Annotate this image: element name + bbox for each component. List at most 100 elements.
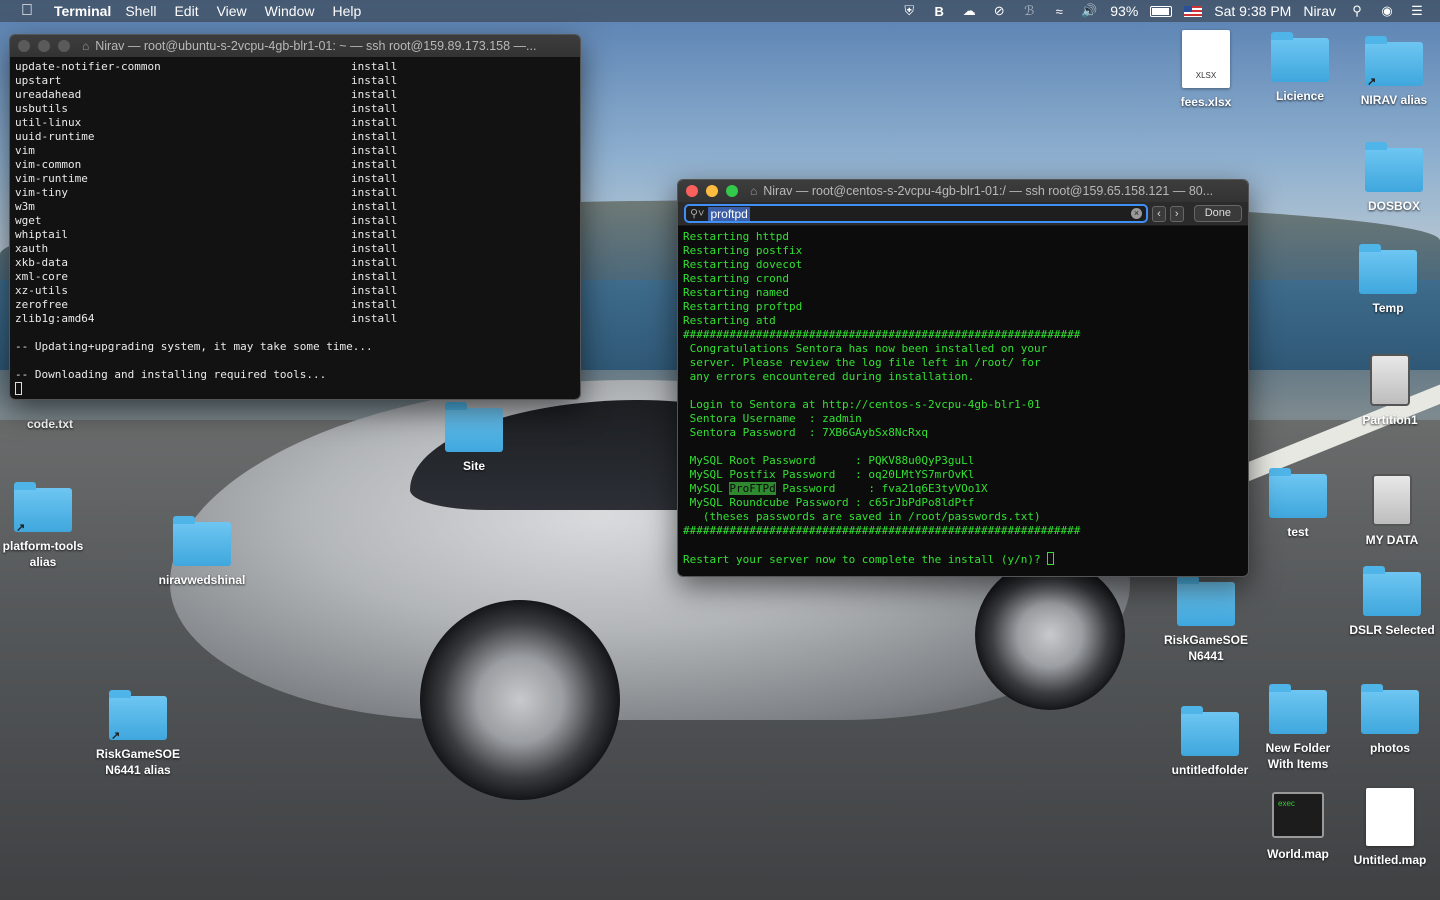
desktop-icon-dslr-selected[interactable]: DSLR Selected	[1346, 566, 1438, 638]
clear-search-icon[interactable]: ×	[1131, 208, 1142, 219]
battery-icon[interactable]	[1150, 5, 1173, 17]
desktop-icon-riskgame[interactable]: RiskGameSOE N6441	[1160, 576, 1252, 664]
line-suffix: Password : fva21q6E3tyVOo1X	[775, 482, 988, 495]
minimize-button[interactable]	[706, 185, 718, 197]
window-titlebar[interactable]: ⌂ Nirav — root@centos-s-2vcpu-4gb-blr1-0…	[678, 180, 1248, 202]
package-status: install	[351, 158, 398, 171]
desktop-icon-platform-tools-alias[interactable]: ↗ platform-tools alias	[0, 482, 89, 570]
window-titlebar[interactable]: ⌂ Nirav — root@ubuntu-s-2vcpu-4gb-blr1-0…	[10, 35, 580, 57]
desktop-icon-label: DOSBOX	[1367, 199, 1420, 213]
package-name: vim-runtime	[15, 172, 88, 185]
notification-center-icon[interactable]: ☰	[1408, 3, 1426, 19]
prompt-text: Restart your server now to complete the …	[683, 553, 1048, 566]
apple-menu-icon[interactable]: 	[12, 2, 42, 20]
package-row: wget install	[15, 214, 575, 228]
menu-shell[interactable]: Shell	[125, 3, 156, 19]
restart-line: Restarting named	[683, 286, 789, 299]
package-row: vim-common install	[15, 158, 575, 172]
find-query-text[interactable]: proftpd	[708, 206, 750, 221]
siri-icon[interactable]: ◉	[1378, 3, 1396, 19]
desktop-icon-partition1[interactable]: Partition1	[1344, 354, 1436, 428]
desktop-icon-world-map[interactable]: exec World.map	[1252, 792, 1344, 862]
close-button[interactable]	[686, 185, 698, 197]
menu-edit[interactable]: Edit	[174, 3, 198, 19]
package-name: update-notifier-common	[15, 60, 161, 73]
menu-help[interactable]: Help	[332, 3, 361, 19]
menu-clock[interactable]: Sat 9:38 PM	[1214, 3, 1291, 19]
desktop-icon-temp[interactable]: Temp	[1342, 244, 1434, 316]
home-folder-icon: ⌂	[82, 39, 90, 53]
find-previous-button[interactable]: ‹	[1152, 205, 1166, 222]
desktop-icon-new-folder-with-items[interactable]: New Folder With Items	[1252, 684, 1344, 772]
terminal-output[interactable]: update-notifier-common install upstart inst…	[10, 57, 580, 399]
desktop-icon-test[interactable]: test	[1252, 468, 1344, 540]
package-name: xz-utils	[15, 284, 68, 297]
app-menu-terminal[interactable]: Terminal	[54, 3, 111, 19]
desktop-icon-label: World.map	[1267, 847, 1329, 861]
package-status: install	[351, 74, 398, 87]
package-status: install	[351, 102, 398, 115]
hash-line: ########################################…	[683, 524, 1081, 537]
desktop-icon-dosbox[interactable]: DOSBOX	[1348, 142, 1440, 214]
volume-icon[interactable]: 🔊	[1080, 3, 1098, 19]
output-line: server. Please review the log file left …	[683, 356, 1041, 369]
spotlight-search-icon[interactable]: ⚲	[1348, 3, 1366, 19]
package-row: vim-runtime install	[15, 172, 575, 186]
desktop-icon-photos[interactable]: photos	[1344, 684, 1436, 756]
menu-view[interactable]: View	[217, 3, 247, 19]
package-row: xz-utils install	[15, 284, 575, 298]
desktop-icon-my-data[interactable]: MY DATA	[1346, 474, 1438, 548]
desktop-icon-niravwedshinal[interactable]: niravwedshinal	[156, 516, 248, 588]
zoom-button[interactable]	[726, 185, 738, 197]
executable-file-icon: exec	[1272, 792, 1324, 838]
input-source-flag-icon[interactable]	[1184, 5, 1203, 17]
cloud-upload-icon[interactable]: ☁	[960, 3, 978, 19]
package-status: install	[351, 172, 398, 185]
desktop-icon-code-txt[interactable]: code.txt	[4, 402, 96, 432]
vpn-shield-icon[interactable]: ⛨	[900, 3, 918, 19]
find-bar: ⚲˅ proftpd × ‹ › Done	[678, 202, 1248, 226]
folder-icon	[445, 402, 503, 452]
password-line: MySQL Root Password : PQKV88u0QyP3guLl	[683, 454, 975, 467]
desktop-icon-untitled-map[interactable]: Untitled.map	[1344, 788, 1436, 868]
package-row: usbutils install	[15, 102, 575, 116]
user-menu[interactable]: Nirav	[1303, 3, 1336, 19]
desktop-icon-licience[interactable]: Licience	[1254, 32, 1346, 104]
desktop-icon-label: photos	[1370, 741, 1410, 755]
battery-percent[interactable]: 93%	[1110, 3, 1138, 19]
desktop-icon-fees[interactable]: XLSX fees.xlsx	[1160, 30, 1252, 110]
cursor-line	[15, 382, 575, 397]
find-done-button[interactable]: Done	[1193, 205, 1242, 222]
app-b-icon[interactable]: B	[930, 3, 948, 19]
folder-alias-icon: ↗	[109, 690, 167, 742]
desktop-icon-riskgame-alias[interactable]: ↗ RiskGameSOE N6441 alias	[92, 690, 184, 778]
package-name: vim-common	[15, 158, 82, 171]
desktop-icon-label: NIRAV alias	[1360, 93, 1428, 107]
terminal-window-ubuntu[interactable]: ⌂ Nirav — root@ubuntu-s-2vcpu-4gb-blr1-0…	[9, 34, 581, 400]
desktop-icon-untitledfolder[interactable]: untitledfolder	[1164, 706, 1256, 778]
sync-icon[interactable]: ⊘	[990, 3, 1008, 19]
search-icon: ⚲˅	[690, 208, 705, 220]
zoom-button[interactable]	[58, 40, 70, 52]
package-status: install	[351, 116, 398, 129]
terminal-output[interactable]: Restarting httpd Restarting postfix Restar…	[678, 226, 1248, 576]
folder-icon	[1181, 706, 1239, 756]
find-search-field[interactable]: ⚲˅ proftpd ×	[684, 204, 1148, 223]
folder-icon	[1271, 32, 1329, 82]
minimize-button[interactable]	[38, 40, 50, 52]
document-file-icon	[1366, 788, 1414, 846]
menu-window[interactable]: Window	[265, 3, 315, 19]
find-next-button[interactable]: ›	[1169, 205, 1184, 222]
package-name: util-linux	[15, 116, 82, 129]
bluetooth-icon[interactable]: ℬ	[1020, 3, 1038, 19]
package-status: install	[351, 312, 398, 325]
desktop-icon-site[interactable]: Site	[428, 402, 520, 474]
close-button[interactable]	[18, 40, 30, 52]
terminal-window-centos[interactable]: ⌂ Nirav — root@centos-s-2vcpu-4gb-blr1-0…	[677, 179, 1249, 577]
package-name: uuid-runtime	[15, 130, 95, 143]
desktop-icon-nirav-alias[interactable]: ↗ NIRAV alias	[1348, 36, 1440, 108]
wifi-icon[interactable]: ≈	[1050, 3, 1068, 19]
password-line: MySQL Postfix Password : oq20LMtYS7mrOvK…	[683, 468, 975, 481]
